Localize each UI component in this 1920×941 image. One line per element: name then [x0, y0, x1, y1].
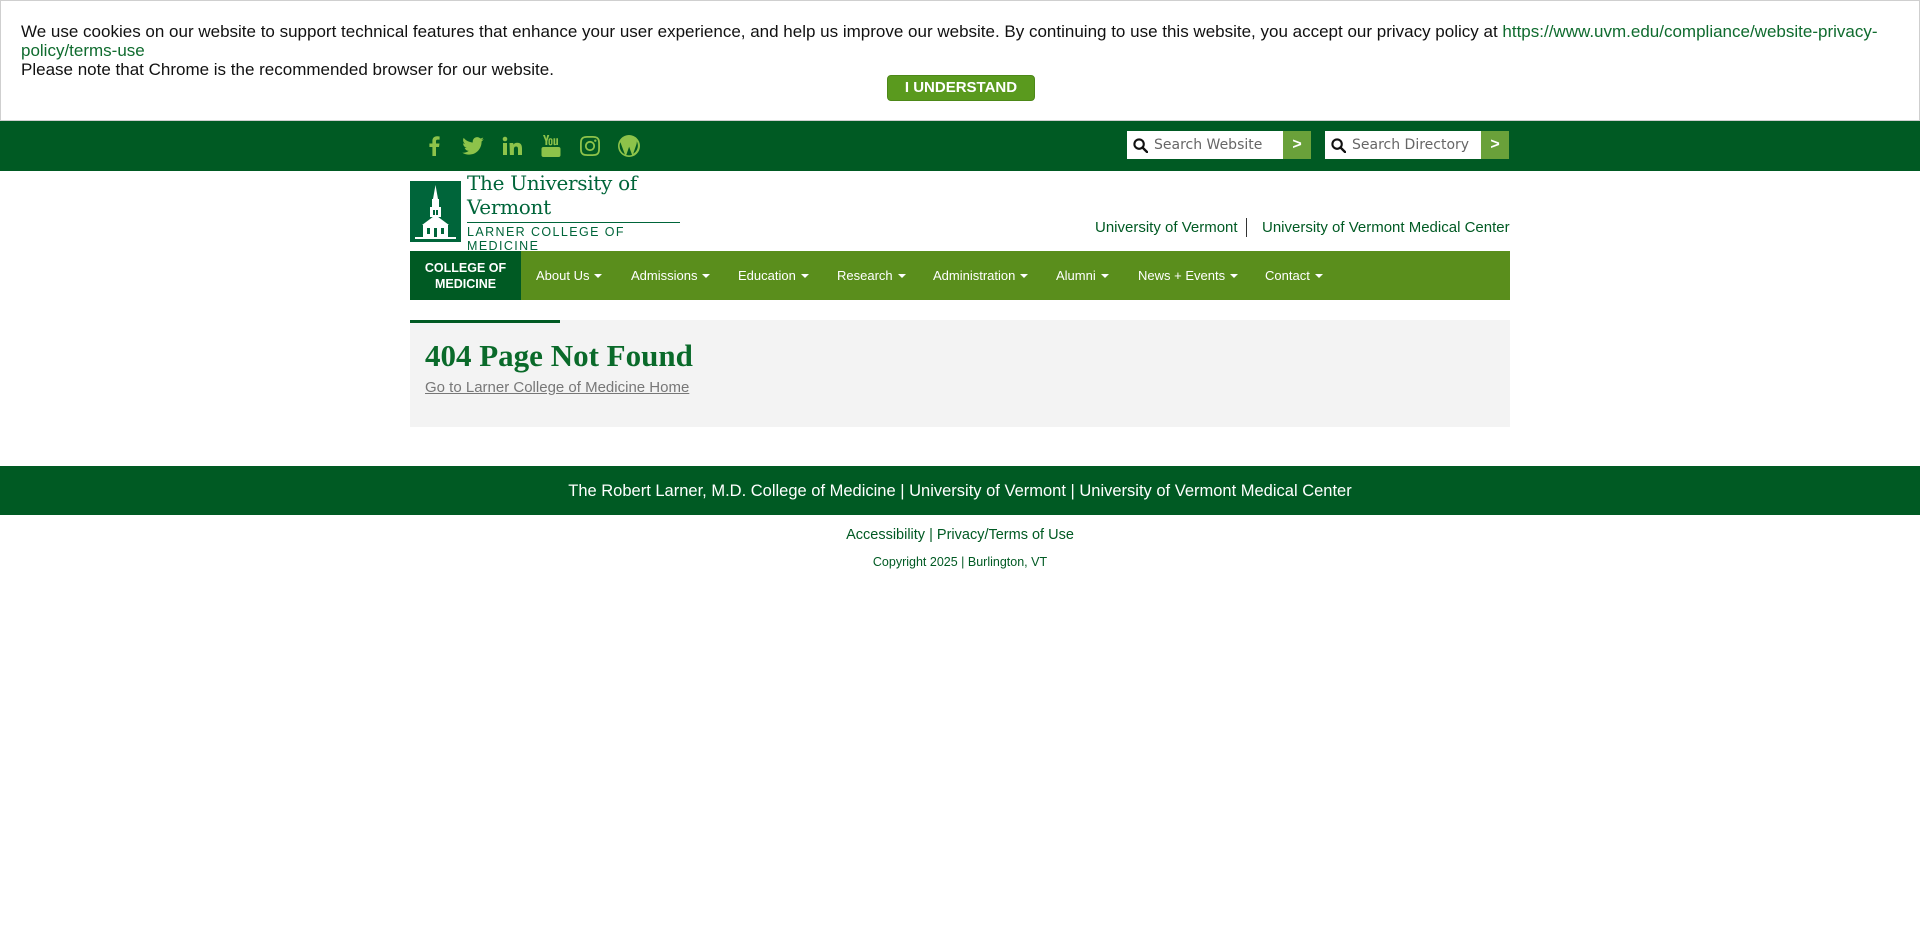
logo-wordmark: The University of Vermont LARNER COLLEGE…	[467, 171, 680, 253]
uvm-medical-center-link[interactable]: University of Vermont Medical Center	[1262, 219, 1510, 236]
facebook-icon[interactable]	[420, 132, 448, 160]
search-website-placeholder: Search Website	[1154, 137, 1263, 153]
nav-contact[interactable]: Contact	[1265, 251, 1323, 300]
nav-education[interactable]: Education	[738, 251, 809, 300]
search-icon	[1331, 137, 1346, 153]
nav-label: News + Events	[1138, 268, 1226, 283]
nav-label: Contact	[1265, 268, 1310, 283]
search-directory-input[interactable]: Search Directory	[1325, 131, 1481, 159]
wordpress-icon[interactable]	[615, 132, 643, 160]
chrome-note: Please note that Chrome is the recommend…	[21, 60, 554, 79]
search-website: Search Website >	[1127, 131, 1311, 159]
nav-research[interactable]: Research	[837, 251, 906, 300]
i-understand-button[interactable]: I UNDERSTAND	[887, 75, 1035, 101]
nav-label: Admissions	[631, 268, 698, 283]
caret-down-icon	[702, 274, 711, 278]
caret-down-icon	[594, 274, 603, 278]
search-directory-placeholder: Search Directory	[1352, 137, 1470, 153]
twitter-icon[interactable]	[459, 132, 487, 160]
nav-label: About Us	[536, 268, 590, 283]
nav-about-us[interactable]: About Us	[536, 251, 603, 300]
search-website-input[interactable]: Search Website	[1127, 131, 1283, 159]
header-link-divider	[1246, 218, 1247, 237]
bell-tower-icon	[410, 181, 461, 242]
main-content: 404 Page Not Found Go to Larner College …	[410, 320, 1510, 427]
cookie-banner: We use cookies on our website to support…	[0, 0, 1920, 121]
uvm-link[interactable]: University of Vermont	[1095, 219, 1238, 236]
search-icon	[1133, 137, 1148, 153]
caret-down-icon	[1020, 274, 1029, 278]
nav-label: Alumni	[1056, 268, 1096, 283]
logo-subtitle: LARNER COLLEGE OF MEDICINE	[467, 221, 680, 253]
nav-college-of-medicine[interactable]: COLLEGE OF MEDICINE	[410, 251, 521, 300]
nav-label: Education	[738, 268, 796, 283]
page-title: 404 Page Not Found	[425, 338, 693, 373]
nav-news-events[interactable]: News + Events	[1138, 251, 1239, 300]
cookie-message-text: We use cookies on our website to support…	[21, 22, 1503, 41]
search-website-button[interactable]: >	[1283, 131, 1311, 159]
nav-administration[interactable]: Administration	[933, 251, 1029, 300]
social-links	[420, 131, 654, 161]
caret-down-icon	[897, 274, 906, 278]
caret-down-icon	[1230, 274, 1239, 278]
copyright: Copyright 2025 | Burlington, VT	[872, 555, 1048, 569]
caret-down-icon	[1100, 274, 1109, 278]
search-directory-button[interactable]: >	[1481, 131, 1509, 159]
caret-down-icon	[1314, 274, 1323, 278]
search-directory: Search Directory >	[1325, 131, 1509, 159]
nav-alumni[interactable]: Alumni	[1056, 251, 1109, 300]
uvm-larner-logo[interactable]: The University of Vermont LARNER COLLEGE…	[410, 171, 680, 253]
nav-label: Research	[837, 268, 893, 283]
footer-links: Accessibility | Privacy/Terms of Use	[0, 527, 1920, 543]
main-nav: COLLEGE OF MEDICINE About Us Admissions …	[410, 251, 1510, 300]
accessibility-link[interactable]: Accessibility	[846, 527, 925, 543]
nav-admissions[interactable]: Admissions	[631, 251, 711, 300]
footer-separator: |	[929, 527, 933, 543]
instagram-icon[interactable]	[576, 132, 604, 160]
nav-label: Administration	[933, 268, 1016, 283]
top-bar: Search Website > Search Directory >	[0, 121, 1920, 171]
logo-title: The University of Vermont	[467, 170, 637, 219]
footer-bar: The Robert Larner, M.D. College of Medic…	[0, 466, 1920, 515]
content-accent-bar	[410, 320, 560, 323]
youtube-icon[interactable]	[537, 132, 565, 160]
privacy-terms-link[interactable]: Privacy/Terms of Use	[937, 527, 1074, 543]
home-link[interactable]: Go to Larner College of Medicine Home	[425, 379, 689, 396]
linkedin-icon[interactable]	[498, 132, 526, 160]
caret-down-icon	[800, 274, 809, 278]
cookie-message: We use cookies on our website to support…	[21, 22, 1911, 79]
